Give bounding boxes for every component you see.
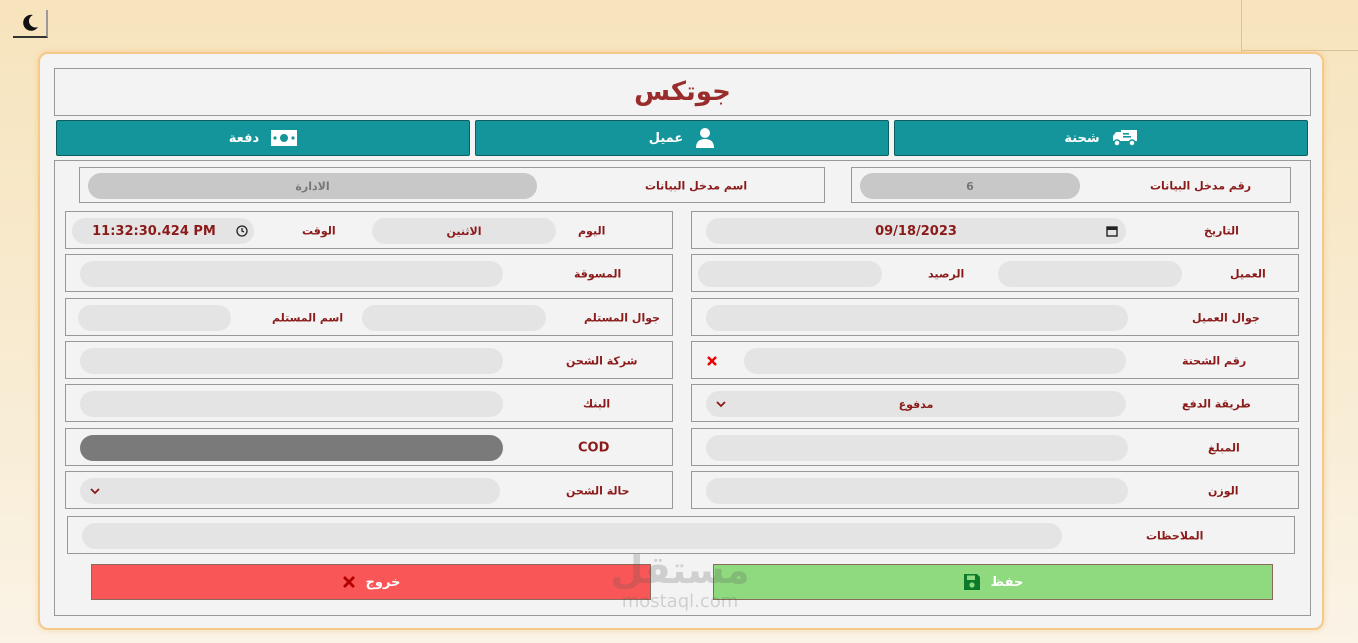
floppy-disk-icon xyxy=(963,574,980,590)
calendar-icon[interactable] xyxy=(1106,225,1118,237)
truck-icon xyxy=(1112,130,1137,147)
weight-label: الوزن xyxy=(1208,484,1239,498)
entry-number-label: رقم مدخل البيانات xyxy=(1150,179,1252,193)
amount-row: المبلغ xyxy=(691,428,1299,466)
tab-label: شحنة xyxy=(1064,130,1100,146)
date-row: التاريخ 09/18/2023 xyxy=(691,211,1299,249)
payment-method-label: طريقة الدفع xyxy=(1182,397,1251,411)
payment-method-select[interactable]: مدفوع xyxy=(706,391,1126,417)
date-value: 09/18/2023 xyxy=(875,223,957,239)
client-label: العميل xyxy=(1230,267,1266,281)
shipment-number-field[interactable] xyxy=(744,348,1126,374)
bank-field[interactable] xyxy=(80,391,503,417)
weight-field[interactable] xyxy=(706,478,1128,504)
receiver-phone-label: جوال المستلم xyxy=(584,311,661,325)
client-phone-label: جوال العميل xyxy=(1192,311,1260,325)
date-input[interactable]: 09/18/2023 xyxy=(706,218,1126,244)
shipping-company-label: شركة الشحن xyxy=(566,354,638,368)
day-label: اليوم xyxy=(578,224,606,238)
client-row: العميل الرصيد xyxy=(691,254,1299,292)
entry-number-field: 6 xyxy=(860,173,1080,199)
bank-label: البنك xyxy=(583,397,611,411)
tab-client[interactable]: عميل xyxy=(475,120,889,156)
chevron-down-icon xyxy=(90,488,100,495)
client-phone-field[interactable] xyxy=(706,305,1128,331)
balance-label: الرصيد xyxy=(928,267,965,281)
notes-row: الملاحظات xyxy=(67,516,1295,554)
moon-icon xyxy=(22,14,38,31)
chevron-down-icon xyxy=(716,401,726,408)
marketer-row: المسوقة xyxy=(65,254,673,292)
decorative-line xyxy=(1241,0,1242,52)
save-button-label: حفظ xyxy=(990,574,1024,590)
decorative-line xyxy=(1241,50,1358,51)
day-field: الاثنين xyxy=(372,218,556,244)
close-icon xyxy=(342,576,355,588)
exit-button-label: خروج xyxy=(365,574,401,590)
notes-field[interactable] xyxy=(82,523,1062,549)
form-area: رقم مدخل البيانات 6 اسم مدخل البيانات ال… xyxy=(54,160,1311,616)
time-label: الوقت xyxy=(302,224,336,238)
cod-label: COD xyxy=(578,440,610,456)
shipment-number-row: رقم الشحنة xyxy=(691,341,1299,379)
amount-label: المبلغ xyxy=(1208,441,1240,455)
shipping-company-row: شركة الشحن xyxy=(65,341,673,379)
entry-number-row: رقم مدخل البيانات 6 xyxy=(851,167,1291,203)
money-bill-icon xyxy=(271,130,298,146)
cod-field[interactable] xyxy=(80,435,503,461)
save-button[interactable]: حفظ xyxy=(713,564,1273,600)
marketer-field[interactable] xyxy=(80,261,503,287)
shipping-company-field[interactable] xyxy=(80,348,503,374)
marketer-label: المسوقة xyxy=(574,267,622,281)
weight-row: الوزن xyxy=(691,471,1299,509)
tab-label: عميل xyxy=(648,130,684,146)
notes-label: الملاحظات xyxy=(1146,529,1204,543)
balance-field[interactable] xyxy=(698,261,882,287)
entry-name-field: الادارة xyxy=(88,173,537,199)
receiver-name-label: اسم المستلم xyxy=(272,311,344,325)
shipping-status-label: حالة الشحن xyxy=(566,484,630,498)
payment-method-row: طريقة الدفع مدفوع xyxy=(691,384,1299,422)
user-icon xyxy=(696,128,715,148)
receiver-phone-field[interactable] xyxy=(362,305,546,331)
time-input[interactable]: 11:32:30.424 PM xyxy=(72,218,254,244)
client-phone-row: جوال العميل xyxy=(691,298,1299,336)
close-icon[interactable] xyxy=(706,355,718,367)
shipment-number-label: رقم الشحنة xyxy=(1182,354,1247,368)
day-time-row: اليوم الاثنين الوقت 11:32:30.424 PM xyxy=(65,211,673,249)
form-card: جوتكس شحنة عميل دفعة رقم مدخل البيانات 6… xyxy=(38,52,1324,630)
receiver-name-field[interactable] xyxy=(78,305,231,331)
entry-name-label: اسم مدخل البيانات xyxy=(645,179,748,193)
entry-name-row: اسم مدخل البيانات الادارة xyxy=(79,167,825,203)
client-field[interactable] xyxy=(998,261,1182,287)
tab-payment[interactable]: دفعة xyxy=(56,120,470,156)
bank-row: البنك xyxy=(65,384,673,422)
theme-toggle-button[interactable] xyxy=(13,10,48,38)
amount-field[interactable] xyxy=(706,435,1128,461)
time-value: 11:32:30.424 PM xyxy=(92,223,216,239)
page-title: جوتكس xyxy=(54,68,1311,116)
tab-label: دفعة xyxy=(228,130,260,146)
shipping-status-select[interactable] xyxy=(80,478,500,504)
receiver-row: جوال المستلم اسم المستلم xyxy=(65,298,673,336)
tab-shipment[interactable]: شحنة xyxy=(894,120,1308,156)
exit-button[interactable]: خروج xyxy=(91,564,651,600)
cod-row: COD xyxy=(65,428,673,466)
shipping-status-row: حالة الشحن xyxy=(65,471,673,509)
date-label: التاريخ xyxy=(1204,224,1239,238)
clock-icon[interactable] xyxy=(236,225,248,237)
payment-method-value: مدفوع xyxy=(898,397,934,411)
